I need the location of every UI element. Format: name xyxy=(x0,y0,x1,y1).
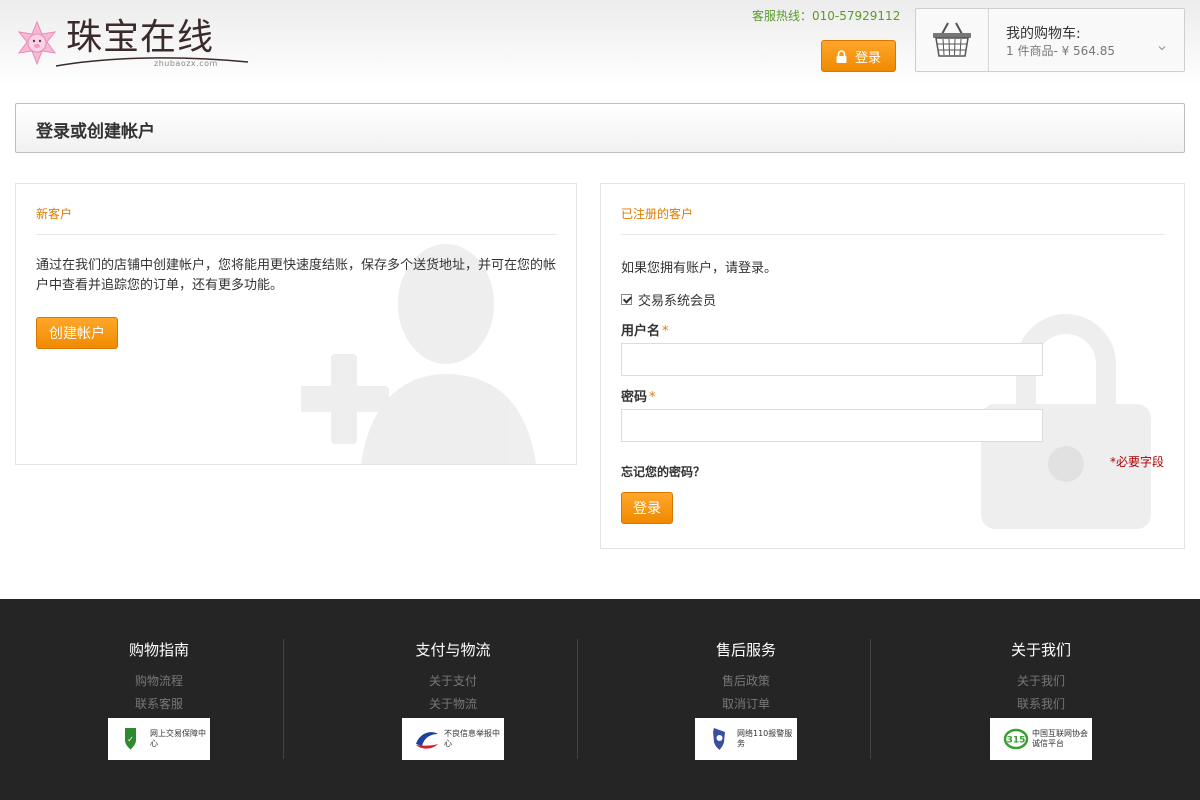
required-asterisk: * xyxy=(662,324,669,339)
divider xyxy=(621,234,1165,235)
site-logo[interactable]: 珠宝在线 zhubaozx.com xyxy=(14,16,249,72)
new-customer-description: 通过在我们的店铺中创建帐户，您将能用更快速度结账，保存多个送货地址，并可在您的帐… xyxy=(36,258,557,293)
svg-text:✓: ✓ xyxy=(127,735,134,744)
footer-column-shopping-guide: 购物指南 购物流程 联系客服 ✓ 网上交易保障中心 xyxy=(39,639,279,760)
divider xyxy=(36,234,557,235)
page-title: 登录或创建帐户 xyxy=(36,122,155,142)
forgot-password-link[interactable]: 忘记您的密码？ xyxy=(621,463,705,480)
site-header: 珠宝在线 zhubaozx.com 客服热线：010-57929112 登录 我… xyxy=(0,0,1200,85)
password-label: 密码 * xyxy=(621,386,656,405)
customer-hotline: 客服热线：010-57929112 xyxy=(752,7,900,24)
required-asterisk: * xyxy=(649,390,656,405)
footer-column-payment: 支付与物流 关于支付 关于物流 不良信息举报中心 xyxy=(333,639,573,760)
trust-badge[interactable]: 不良信息举报中心 xyxy=(402,718,504,760)
password-input[interactable] xyxy=(621,409,1043,442)
registered-customer-panel: 已注册的客户 如果您拥有账户，请登录。 交易系统会员 用户名 * 密码 * *必要字… xyxy=(600,183,1185,549)
badge-text: 网络110报警服务 xyxy=(737,729,793,748)
username-input[interactable] xyxy=(621,343,1043,376)
footer-link[interactable]: 关于物流 xyxy=(333,693,573,716)
lock-icon xyxy=(836,49,847,63)
login-button[interactable]: 登录 xyxy=(621,492,673,524)
shield-badge-icon: ✓ xyxy=(125,728,136,750)
footer-link[interactable]: 关于支付 xyxy=(333,670,573,693)
trust-badge[interactable]: 315 中国互联网协会诚信平台 xyxy=(990,718,1092,760)
new-customer-panel: 新客户 通过在我们的店铺中创建帐户，您将能用更快速度结账，保存多个送货地址，并可… xyxy=(15,183,577,465)
badge-text: 不良信息举报中心 xyxy=(444,729,500,748)
page-title-box: 登录或创建帐户 xyxy=(15,103,1185,153)
chevron-down-icon[interactable] xyxy=(1157,43,1167,53)
cart-summary: 1 件商品- ¥ 564.85 xyxy=(1006,44,1116,58)
footer-column-after-sales: 售后服务 售后政策 取消订单 网络110报警服务 xyxy=(626,639,866,760)
report-badge-icon xyxy=(416,732,438,749)
username-label: 用户名 * xyxy=(621,320,669,339)
required-fields-note: *必要字段 xyxy=(1110,455,1165,469)
site-footer: 购物指南 购物流程 联系客服 ✓ 网上交易保障中心 支付与物流 关于支付 关于物… xyxy=(0,599,1200,800)
member-checkbox-label: 交易系统会员 xyxy=(638,294,717,309)
logo-domain: zhubaozx.com xyxy=(154,59,218,68)
registered-intro: 如果您拥有账户，请登录。 xyxy=(621,261,778,276)
create-account-button[interactable]: 创建帐户 xyxy=(36,317,118,349)
police-badge-icon xyxy=(713,728,725,750)
cart-icon-box xyxy=(916,9,989,71)
footer-link[interactable]: 关于我们 xyxy=(921,670,1161,693)
badge-text: 中国互联网协会诚信平台 xyxy=(1032,729,1088,748)
password-label-text: 密码 xyxy=(621,390,648,405)
footer-column-about: 关于我们 关于我们 联系我们 315 中国互联网协会诚信平台 xyxy=(921,639,1161,760)
footer-link[interactable]: 取消订单 xyxy=(626,693,866,716)
footer-divider xyxy=(283,639,284,759)
hotline-label: 客服热线： xyxy=(752,9,813,23)
trust-badge[interactable]: ✓ 网上交易保障中心 xyxy=(108,718,210,760)
svg-text:315: 315 xyxy=(1007,736,1026,746)
header-login-label: 登录 xyxy=(854,50,881,66)
cart-title: 我的购物车: xyxy=(1006,26,1081,42)
footer-divider xyxy=(870,639,871,759)
integrity-badge-icon: 315 xyxy=(1003,728,1029,750)
footer-link[interactable]: 购物流程 xyxy=(39,670,279,693)
footer-link[interactable]: 联系客服 xyxy=(39,693,279,716)
footer-link[interactable]: 售后政策 xyxy=(626,670,866,693)
footer-column-title: 购物指南 xyxy=(128,641,189,659)
badge-text: 网上交易保障中心 xyxy=(150,729,206,748)
footer-column-title: 售后服务 xyxy=(715,641,776,659)
username-label-text: 用户名 xyxy=(621,324,661,339)
member-checkbox-row[interactable]: 交易系统会员 xyxy=(621,290,716,309)
new-customer-heading: 新客户 xyxy=(36,207,73,221)
footer-column-title: 支付与物流 xyxy=(415,641,491,659)
footer-divider xyxy=(577,639,578,759)
member-checkbox[interactable] xyxy=(621,294,632,305)
registered-heading: 已注册的客户 xyxy=(621,207,694,221)
logo-swoosh-icon xyxy=(55,57,249,67)
footer-column-title: 关于我们 xyxy=(1010,641,1071,659)
hotline-number: 010-57929112 xyxy=(812,9,901,23)
header-login-button[interactable]: 登录 xyxy=(821,40,896,72)
footer-link[interactable]: 联系我们 xyxy=(921,693,1161,716)
basket-icon xyxy=(933,22,971,57)
trust-badge[interactable]: 网络110报警服务 xyxy=(695,718,797,760)
shopping-cart[interactable]: 我的购物车: 1 件商品- ¥ 564.85 xyxy=(915,8,1185,72)
